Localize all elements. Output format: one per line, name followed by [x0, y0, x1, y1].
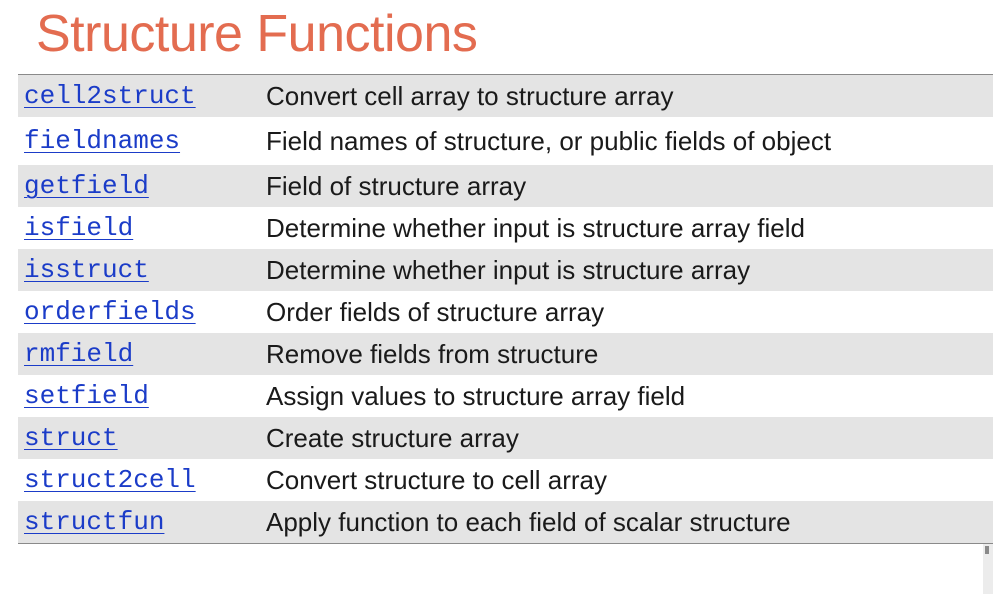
function-description: Assign values to structure array field	[266, 380, 686, 411]
function-description: Field names of structure, or public fiel…	[266, 125, 832, 156]
function-description: Determine whether input is structure arr…	[266, 212, 806, 243]
function-link-isstruct[interactable]: isstruct	[18, 255, 266, 285]
table-row: isstruct Determine whether input is stru…	[18, 249, 993, 291]
function-link-isfield[interactable]: isfield	[18, 213, 266, 243]
table-row: cell2struct Convert cell array to struct…	[18, 75, 993, 117]
function-link-orderfields[interactable]: orderfields	[18, 297, 266, 327]
function-link-setfield[interactable]: setfield	[18, 381, 266, 411]
function-description: Order fields of structure array	[266, 296, 605, 327]
page-title: Structure Functions	[36, 5, 478, 63]
table-row: getfield Field of structure array	[18, 165, 993, 207]
scrollbar-fragment	[983, 544, 993, 594]
function-link-fieldnames[interactable]: fieldnames	[18, 126, 266, 156]
table-row: structfun Apply function to each field o…	[18, 501, 993, 543]
function-description: Convert structure to cell array	[266, 464, 608, 495]
function-description: Convert cell array to structure array	[266, 80, 674, 111]
function-description: Create structure array	[266, 422, 519, 453]
table-row: orderfields Order fields of structure ar…	[18, 291, 993, 333]
function-link-struct[interactable]: struct	[18, 423, 266, 453]
function-link-struct2cell[interactable]: struct2cell	[18, 465, 266, 495]
function-link-cell2struct[interactable]: cell2struct	[18, 81, 266, 111]
table-row: struct2cell Convert structure to cell ar…	[18, 459, 993, 501]
table-row: fieldnames Field names of structure, or …	[18, 117, 993, 165]
function-link-rmfield[interactable]: rmfield	[18, 339, 266, 369]
table-row: struct Create structure array	[18, 417, 993, 459]
function-description: Remove fields from structure	[266, 338, 599, 369]
function-link-structfun[interactable]: structfun	[18, 507, 266, 537]
function-description: Field of structure array	[266, 170, 527, 201]
function-link-getfield[interactable]: getfield	[18, 171, 266, 201]
table-row: rmfield Remove fields from structure	[18, 333, 993, 375]
function-description: Determine whether input is structure arr…	[266, 254, 751, 285]
table-row: setfield Assign values to structure arra…	[18, 375, 993, 417]
function-description: Apply function to each field of scalar s…	[266, 506, 791, 537]
functions-table: cell2struct Convert cell array to struct…	[18, 74, 993, 544]
table-row: isfield Determine whether input is struc…	[18, 207, 993, 249]
